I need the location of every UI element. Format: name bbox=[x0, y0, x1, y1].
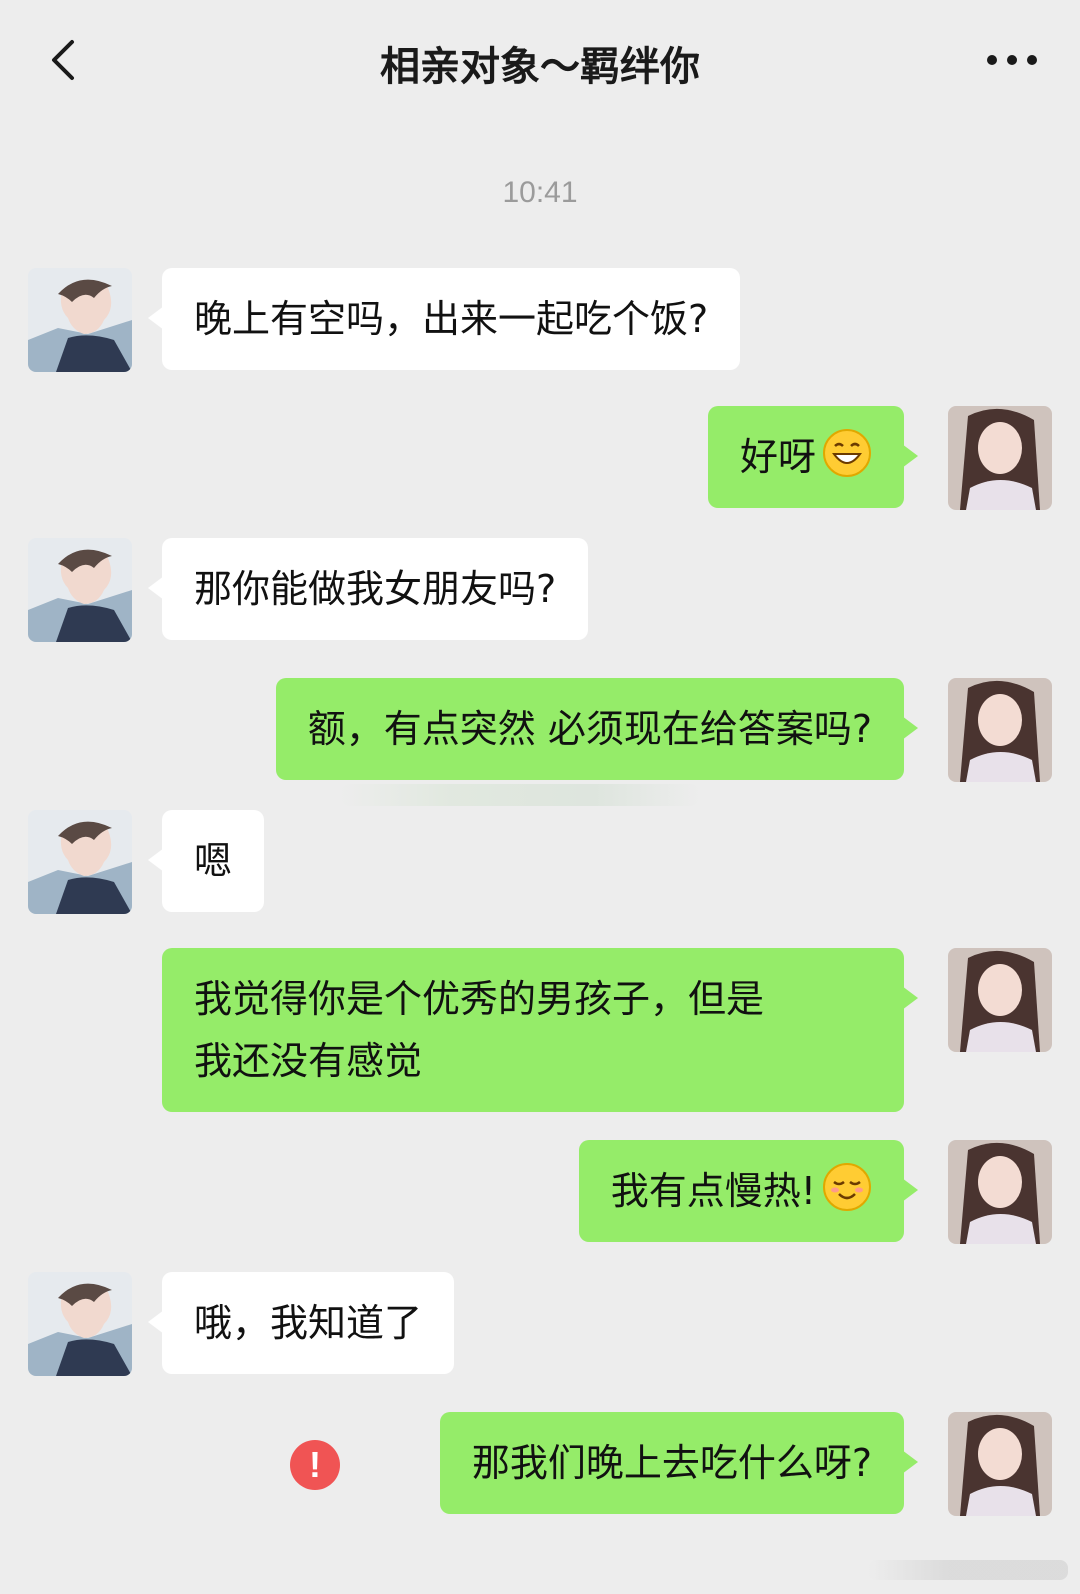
user-avatar[interactable] bbox=[948, 1140, 1052, 1244]
message-text: 我有点慢热! bbox=[610, 1169, 816, 1213]
contact-avatar[interactable] bbox=[28, 1272, 132, 1376]
user-avatar[interactable] bbox=[948, 406, 1052, 510]
watermark bbox=[868, 1560, 1068, 1580]
message-text-line-2: 我还没有感觉 bbox=[194, 1039, 423, 1083]
message-text: 哦，我知道了 bbox=[194, 1301, 423, 1345]
shy-smile-emoji bbox=[823, 1163, 871, 1211]
message-bubble-incoming[interactable]: 哦，我知道了 bbox=[147, 1272, 455, 1374]
user-avatar[interactable] bbox=[948, 1412, 1052, 1516]
message-text: 晚上有空吗，出来一起吃个饭? bbox=[194, 297, 709, 341]
chat-title: 相亲对象～羁绊你 bbox=[380, 44, 700, 90]
user-avatar[interactable] bbox=[948, 678, 1052, 782]
message-bubble-outgoing[interactable]: 额，有点突然 必须现在给答案吗? bbox=[275, 678, 919, 780]
message-bubble-incoming[interactable]: 那你能做我女朋友吗? bbox=[147, 538, 589, 640]
message-text: 额，有点突然 必须现在给答案吗? bbox=[307, 707, 872, 751]
grinning-face-emoji bbox=[823, 429, 871, 477]
contact-avatar[interactable] bbox=[28, 268, 132, 372]
message-text: 那你能做我女朋友吗? bbox=[194, 567, 557, 611]
message-bubble-outgoing[interactable]: 我有点慢热! bbox=[578, 1140, 919, 1242]
message-text: 嗯 bbox=[194, 839, 233, 883]
contact-avatar[interactable] bbox=[28, 538, 132, 642]
message-bubble-outgoing[interactable]: 那我们晚上去吃什么呀? bbox=[439, 1412, 919, 1514]
contact-avatar[interactable] bbox=[28, 810, 132, 914]
message-bubble-outgoing[interactable]: 好呀 bbox=[707, 406, 919, 508]
message-bubble-incoming[interactable]: 晚上有空吗，出来一起吃个饭? bbox=[147, 268, 741, 370]
more-dots-icon[interactable] bbox=[984, 52, 1040, 68]
message-bubble-incoming[interactable]: 嗯 bbox=[147, 810, 265, 912]
message-timestamp: 10:41 bbox=[502, 176, 578, 209]
blurred-overlay bbox=[340, 784, 700, 806]
user-avatar[interactable] bbox=[948, 948, 1052, 1052]
message-text: 好呀 bbox=[739, 435, 816, 479]
message-text: 那我们晚上去吃什么呀? bbox=[471, 1441, 872, 1485]
message-text-line-1: 我觉得你是个优秀的男孩子，但是 bbox=[194, 977, 765, 1021]
chat-header: 相亲对象～羁绊你 bbox=[0, 0, 1080, 118]
send-failed-icon[interactable]: ! bbox=[290, 1440, 340, 1490]
message-bubble-outgoing[interactable]: 我觉得你是个优秀的男孩子，但是 我还没有感觉 bbox=[162, 948, 918, 1112]
